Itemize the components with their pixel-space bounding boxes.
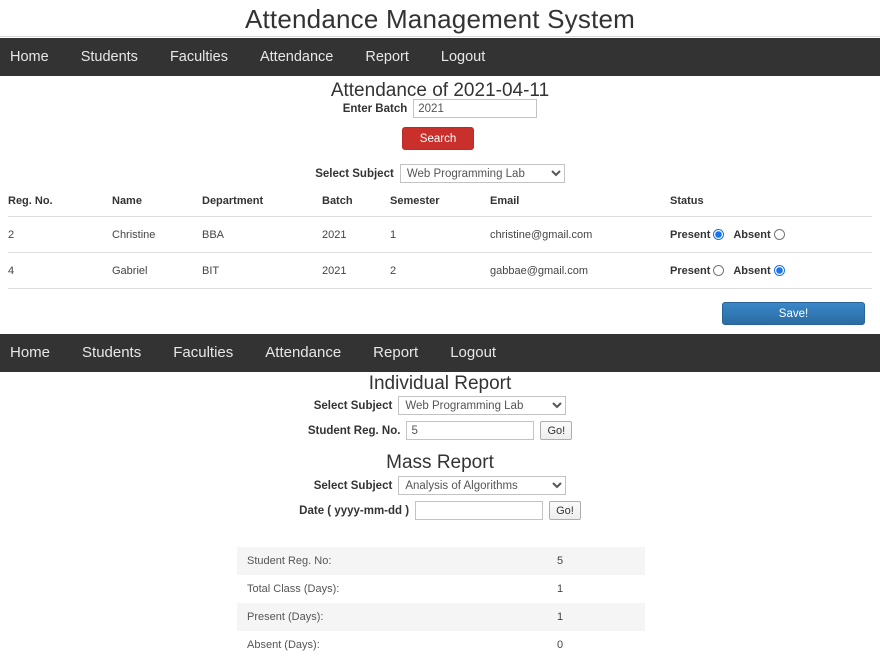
absent-label: Absent [733, 265, 770, 277]
mass-subject-select[interactable]: Analysis of AlgorithmsWeb Programming La… [398, 476, 566, 495]
secondary-navbar: HomeStudentsFacultiesAttendanceReportLog… [0, 334, 880, 372]
attendance-table-header-row: Reg. No.NameDepartmentBatchSemesterEmail… [8, 195, 872, 217]
column-header-batch: Batch [322, 195, 390, 217]
report-row: Present (Days):1 [237, 603, 645, 631]
enter-batch-row: Enter Batch [0, 99, 880, 118]
cell-name: Gabriel [112, 253, 202, 289]
report-row: Student Reg. No:5 [237, 547, 645, 575]
report-row-label: Total Class (Days): [237, 575, 475, 603]
column-header-email: Email [490, 195, 670, 217]
radio-present[interactable] [713, 265, 724, 276]
radio-present[interactable] [713, 229, 724, 240]
page-title: Attendance Management System [0, 2, 880, 36]
mass-date-row: Date ( yyyy-mm-dd ) Go! [0, 501, 880, 520]
mass-go-button[interactable]: Go! [549, 501, 581, 520]
cell-semester: 2 [390, 253, 490, 289]
mass-date-input[interactable] [415, 501, 543, 520]
cell-batch: 2021 [322, 217, 390, 253]
cell-status: Present Absent [670, 253, 872, 289]
student-reg-row: Student Reg. No. Go! [0, 421, 880, 440]
batch-input[interactable] [413, 99, 537, 118]
cell-semester: 1 [390, 217, 490, 253]
report-row-value: 1 [475, 603, 645, 631]
individual-go-button[interactable]: Go! [540, 421, 572, 440]
enter-batch-label: Enter Batch [343, 103, 408, 115]
nav-primary-item-attendance[interactable]: Attendance [244, 38, 349, 76]
cell-reg-no: 2 [8, 217, 112, 253]
save-button[interactable]: Save! [722, 302, 865, 325]
report-row: Absent (Days):0 [237, 631, 645, 659]
attendance-subject-label: Select Subject [315, 168, 394, 180]
nav-secondary-item-attendance[interactable]: Attendance [249, 334, 357, 372]
mass-subject-label: Select Subject [314, 480, 393, 492]
attendance-table: Reg. No.NameDepartmentBatchSemesterEmail… [8, 195, 872, 289]
individual-subject-label: Select Subject [314, 400, 393, 412]
cell-email: gabbae@gmail.com [490, 253, 670, 289]
column-header-semester: Semester [390, 195, 490, 217]
table-row: 4GabrielBIT20212gabbae@gmail.comPresent A… [8, 253, 872, 289]
primary-navbar: HomeStudentsFacultiesAttendanceReportLog… [0, 38, 880, 76]
column-header-department: Department [202, 195, 322, 217]
cell-status: Present Absent [670, 217, 872, 253]
attendance-subject-select[interactable]: Web Programming LabAnalysis of Algorithm… [400, 164, 565, 183]
mass-report-heading: Mass Report [0, 452, 880, 474]
individual-subject-row: Select Subject Web Programming LabAnalys… [0, 396, 880, 415]
individual-subject-select[interactable]: Web Programming LabAnalysis of Algorithm… [398, 396, 566, 415]
nav-primary-item-report[interactable]: Report [349, 38, 425, 76]
cell-name: Christine [112, 217, 202, 253]
nav-primary-item-home[interactable]: Home [0, 38, 65, 76]
report-row-value: 0 [475, 631, 645, 659]
radio-absent[interactable] [774, 265, 785, 276]
nav-secondary-item-report[interactable]: Report [357, 334, 434, 372]
cell-email: christine@gmail.com [490, 217, 670, 253]
nav-secondary-item-students[interactable]: Students [66, 334, 157, 372]
nav-secondary-item-home[interactable]: Home [0, 334, 66, 372]
nav-secondary-item-logout[interactable]: Logout [434, 334, 512, 372]
table-row: 2ChristineBBA20211christine@gmail.comPre… [8, 217, 872, 253]
column-header-reg-no: Reg. No. [8, 195, 112, 217]
student-reg-label: Student Reg. No. [308, 425, 401, 437]
cell-department: BBA [202, 217, 322, 253]
cell-batch: 2021 [322, 253, 390, 289]
report-row-value: 1 [475, 575, 645, 603]
nav-secondary-item-faculties[interactable]: Faculties [157, 334, 249, 372]
header-divider [0, 36, 880, 37]
report-result-table: Student Reg. No:5Total Class (Days):1Pre… [237, 547, 645, 659]
nav-primary-item-students[interactable]: Students [65, 38, 154, 76]
absent-label: Absent [733, 229, 770, 241]
present-label: Present [670, 265, 710, 277]
report-row-value: 5 [475, 547, 645, 575]
search-button[interactable]: Search [402, 127, 474, 150]
column-header-name: Name [112, 195, 202, 217]
radio-absent[interactable] [774, 229, 785, 240]
page-root: Attendance Management System HomeStudent… [0, 0, 880, 660]
nav-primary-item-logout[interactable]: Logout [425, 38, 501, 76]
report-row-label: Student Reg. No: [237, 547, 475, 575]
cell-reg-no: 4 [8, 253, 112, 289]
attendance-subject-row: Select Subject Web Programming LabAnalys… [0, 164, 880, 183]
report-row-label: Absent (Days): [237, 631, 475, 659]
nav-primary-item-faculties[interactable]: Faculties [154, 38, 244, 76]
column-header-status: Status [670, 195, 872, 217]
student-reg-input[interactable] [406, 421, 534, 440]
mass-subject-row: Select Subject Analysis of AlgorithmsWeb… [0, 476, 880, 495]
mass-date-label: Date ( yyyy-mm-dd ) [299, 505, 409, 517]
cell-department: BIT [202, 253, 322, 289]
report-row: Total Class (Days):1 [237, 575, 645, 603]
report-row-label: Present (Days): [237, 603, 475, 631]
individual-report-heading: Individual Report [0, 373, 880, 395]
present-label: Present [670, 229, 710, 241]
